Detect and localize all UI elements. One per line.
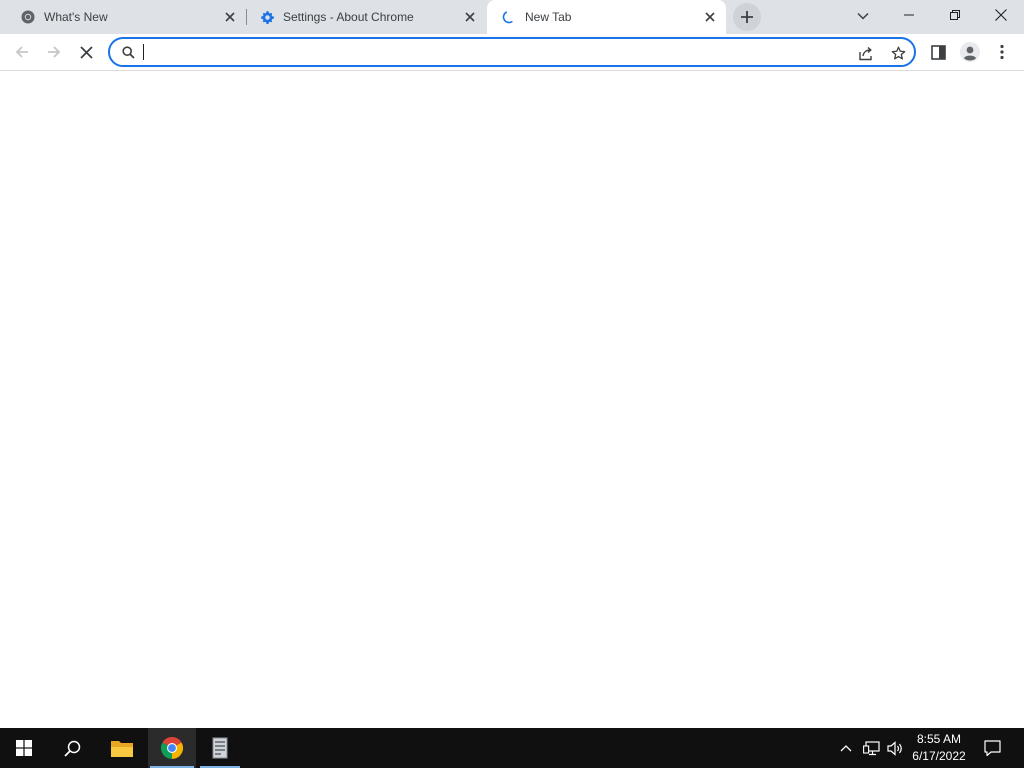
system-clock[interactable]: 8:55 AM 6/17/2022 bbox=[905, 728, 973, 768]
tab-title: What's New bbox=[44, 10, 108, 24]
document-app-icon bbox=[210, 737, 230, 759]
clock-time: 8:55 AM bbox=[916, 732, 962, 746]
address-bar[interactable] bbox=[108, 37, 916, 67]
taskbar-google-chrome[interactable] bbox=[148, 728, 196, 768]
minimize-icon bbox=[904, 10, 914, 20]
chrome-logo-icon bbox=[161, 737, 183, 759]
clock-date: 6/17/2022 bbox=[912, 749, 966, 763]
network-icon bbox=[862, 740, 880, 756]
page-content bbox=[0, 71, 1024, 728]
loading-spinner-icon bbox=[501, 9, 517, 25]
stop-x-icon bbox=[79, 45, 93, 59]
restore-button[interactable] bbox=[932, 0, 978, 30]
star-outline-icon[interactable] bbox=[886, 42, 910, 64]
arrow-right-icon bbox=[46, 44, 62, 60]
address-input[interactable] bbox=[142, 42, 842, 62]
forward-button[interactable] bbox=[40, 38, 68, 66]
tab-search-button[interactable] bbox=[850, 5, 876, 27]
taskbar-file-explorer[interactable] bbox=[98, 728, 146, 768]
tab-whats-new[interactable]: What's New bbox=[0, 0, 246, 34]
tab-title: New Tab bbox=[525, 10, 572, 24]
tab-new-tab[interactable]: New Tab bbox=[487, 0, 726, 34]
volume-icon bbox=[886, 740, 904, 756]
minimize-button[interactable] bbox=[886, 0, 932, 30]
restore-icon bbox=[950, 10, 960, 20]
network-status[interactable] bbox=[860, 728, 882, 768]
start-button[interactable] bbox=[0, 728, 48, 768]
text-caret bbox=[143, 44, 144, 60]
taskbar-app[interactable] bbox=[198, 728, 242, 768]
taskbar-search-button[interactable] bbox=[48, 728, 96, 768]
tab-title: Settings - About Chrome bbox=[283, 10, 414, 24]
settings-gear-icon bbox=[259, 9, 275, 25]
action-center-button[interactable] bbox=[978, 728, 1006, 768]
volume-control[interactable] bbox=[884, 728, 906, 768]
chrome-menu-button[interactable] bbox=[988, 38, 1016, 66]
chevron-up-icon bbox=[840, 744, 852, 752]
close-window-button[interactable] bbox=[978, 0, 1024, 30]
windows-taskbar: 8:55 AM 6/17/2022 bbox=[0, 728, 1024, 768]
tab-strip: What's New Settings - About Chrome New T… bbox=[0, 0, 1024, 34]
plus-icon bbox=[740, 10, 754, 24]
arrow-left-icon bbox=[14, 44, 30, 60]
person-avatar-icon bbox=[960, 42, 980, 62]
search-icon bbox=[63, 740, 81, 757]
browser-toolbar bbox=[0, 34, 1024, 71]
close-tab-icon[interactable] bbox=[462, 9, 478, 25]
show-hidden-icons-button[interactable] bbox=[836, 728, 856, 768]
side-panel-button[interactable] bbox=[924, 38, 952, 66]
stop-loading-button[interactable] bbox=[72, 38, 100, 66]
new-tab-button[interactable] bbox=[733, 3, 761, 31]
kebab-menu-icon bbox=[1000, 44, 1004, 60]
chrome-logo-icon bbox=[20, 9, 36, 25]
search-icon bbox=[120, 44, 136, 60]
close-tab-icon[interactable] bbox=[702, 9, 718, 25]
folder-icon bbox=[111, 739, 133, 757]
side-panel-icon bbox=[930, 44, 946, 60]
share-icon[interactable] bbox=[854, 42, 878, 64]
close-tab-icon[interactable] bbox=[222, 9, 238, 25]
notification-icon bbox=[983, 740, 1001, 756]
chevron-down-icon bbox=[857, 12, 869, 20]
close-icon bbox=[995, 9, 1007, 21]
tab-settings-about-chrome[interactable]: Settings - About Chrome bbox=[247, 0, 486, 34]
back-button[interactable] bbox=[8, 38, 36, 66]
windows-logo-icon bbox=[16, 740, 32, 756]
profile-button[interactable] bbox=[956, 38, 984, 66]
